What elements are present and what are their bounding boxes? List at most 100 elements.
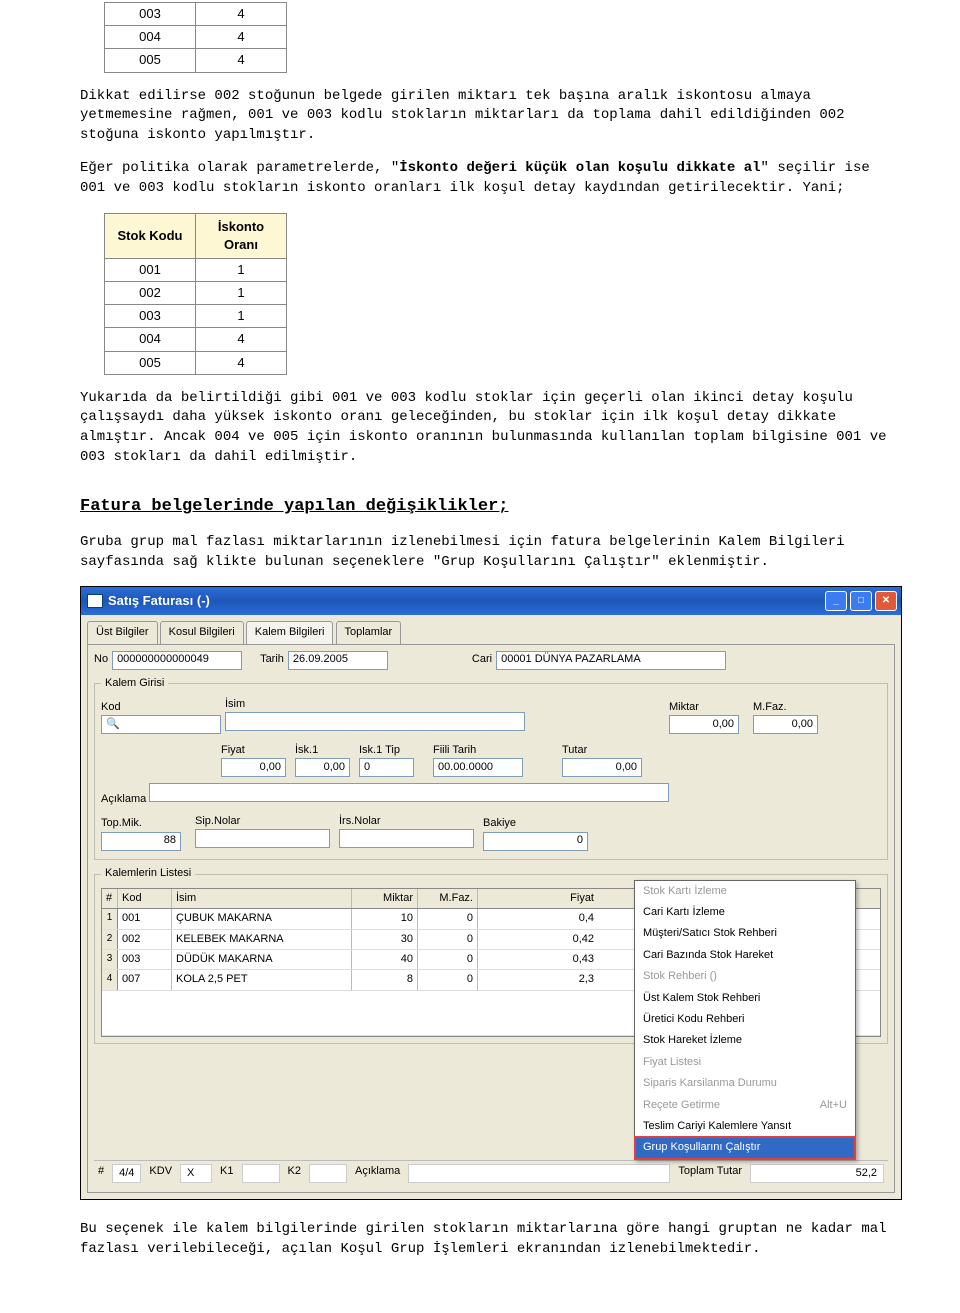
- grid-cell: 10: [352, 909, 418, 928]
- paragraph-5: Bu seçenek ile kalem bilgilerinde girile…: [80, 1220, 900, 1259]
- table-cell: 1: [196, 305, 287, 328]
- col-mfaz[interactable]: M.Faz.: [418, 889, 478, 908]
- isim-input[interactable]: [225, 712, 525, 731]
- table-cell: 005: [105, 351, 196, 374]
- table-cell: 4: [196, 49, 287, 72]
- grid-cell: 0: [418, 970, 478, 989]
- menu-item[interactable]: Cari Bazında Stok Hareket: [635, 945, 855, 966]
- status-x: X: [180, 1164, 212, 1183]
- col-kod[interactable]: Kod: [118, 889, 172, 908]
- menu-item: Fiyat Listesi: [635, 1052, 855, 1073]
- isk1tip-label: Isk.1 Tip: [359, 743, 400, 758]
- menu-item[interactable]: Stok Hareket İzleme: [635, 1030, 855, 1051]
- table-cell: 002: [105, 282, 196, 305]
- status-toplamtut: 52,2: [750, 1164, 884, 1183]
- menu-item[interactable]: Grup Koşullarını Çalıştır: [635, 1137, 855, 1158]
- aciklama-input[interactable]: [149, 783, 669, 802]
- col-fiyat[interactable]: Fiyat: [478, 889, 598, 908]
- window-titlebar[interactable]: Satış Faturası (-) _ □ ✕: [81, 587, 901, 615]
- fiyat-input[interactable]: 0,00: [221, 758, 286, 777]
- bakiye-field: 0: [483, 832, 588, 851]
- col-num[interactable]: #: [102, 889, 118, 908]
- sipnolar-label: Sip.Nolar: [195, 814, 240, 829]
- isim-label: İsim: [225, 697, 245, 712]
- grid-cell: 007: [118, 970, 172, 989]
- heading-fatura-degisiklikler: Fatura belgelerinde yapılan değişiklikle…: [80, 495, 900, 519]
- sipnolar-field: [195, 829, 330, 848]
- minimize-button[interactable]: _: [825, 591, 847, 611]
- paragraph-2: Eğer politika olarak parametrelerde, "İs…: [80, 159, 900, 198]
- kalem-girisi-group: Kalem Girisi Kod 🔍 İsim Miktar 0,00 M.Fa…: [94, 676, 888, 861]
- isk1tip-input[interactable]: 0: [359, 758, 414, 777]
- col-stok-kodu: Stok Kodu: [105, 213, 196, 258]
- grid-cell: 8: [352, 970, 418, 989]
- fiyat-label: Fiyat: [221, 743, 245, 758]
- tarih-field[interactable]: 26.09.2005: [288, 651, 388, 670]
- col-isim[interactable]: İsim: [172, 889, 352, 908]
- table-partial-top: 003400440054: [104, 2, 287, 73]
- menu-item[interactable]: Üst Kalem Stok Rehberi: [635, 988, 855, 1009]
- table-cell: 4: [196, 3, 287, 26]
- irsnolar-field: [339, 829, 474, 848]
- menu-item[interactable]: Üretici Kodu Rehberi: [635, 1009, 855, 1030]
- grid-cell: 0: [418, 930, 478, 949]
- grid-cell: DÜDÜK MAKARNA: [172, 950, 352, 969]
- tarih-label: Tarih: [260, 652, 284, 667]
- aciklama-label: Açıklama: [101, 792, 146, 807]
- bakiye-label: Bakiye: [483, 816, 516, 831]
- lookup-icon[interactable]: 🔍: [106, 717, 120, 732]
- col-miktar[interactable]: Miktar: [352, 889, 418, 908]
- menu-item: Stok Rehberi (): [635, 966, 855, 987]
- menu-item[interactable]: Müşteri/Satıcı Stok Rehberi: [635, 923, 855, 944]
- status-k1: [242, 1164, 280, 1183]
- tutar-label: Tutar: [562, 743, 587, 758]
- grid-cell: KOLA 2,5 PET: [172, 970, 352, 989]
- grid-cell: 40: [352, 950, 418, 969]
- menu-item: Stok Kartı İzleme: [635, 881, 855, 902]
- menu-item[interactable]: Cari Kartı İzleme: [635, 902, 855, 923]
- grid-cell: 002: [118, 930, 172, 949]
- close-button[interactable]: ✕: [875, 591, 897, 611]
- grid-cell: 0,4: [478, 909, 598, 928]
- tab-kalem-bilgileri[interactable]: Kalem Bilgileri: [246, 621, 334, 643]
- grid-cell: 2: [102, 930, 118, 949]
- mfaz-input[interactable]: 0,00: [753, 715, 818, 734]
- table-cell: 4: [196, 351, 287, 374]
- tab-strip: Üst Bilgiler Kosul Bilgileri Kalem Bilgi…: [81, 615, 901, 643]
- menu-item: Siparis Karsilanma Durumu: [635, 1073, 855, 1094]
- context-menu[interactable]: Stok Kartı İzlemeCari Kartı İzlemeMüşter…: [634, 880, 856, 1160]
- status-kdv-label: KDV: [149, 1164, 172, 1183]
- tab-ust-bilgiler[interactable]: Üst Bilgiler: [87, 621, 158, 643]
- col-iskonto-orani: İskonto Oranı: [196, 213, 287, 258]
- isk1-input[interactable]: 0,00: [295, 758, 350, 777]
- no-field[interactable]: 000000000000049: [112, 651, 242, 670]
- header-row: No 000000000000049 Tarih 26.09.2005 Cari…: [94, 651, 888, 670]
- kod-input[interactable]: 🔍: [101, 715, 221, 734]
- paragraph-4: Gruba grup mal fazlası miktarlarının izl…: [80, 533, 900, 572]
- app-icon: [87, 594, 103, 608]
- table-cell: 4: [196, 26, 287, 49]
- table-cell: 003: [105, 3, 196, 26]
- status-k2-label: K2: [288, 1164, 301, 1183]
- miktar-input[interactable]: 0,00: [669, 715, 739, 734]
- grid-cell: 3: [102, 950, 118, 969]
- isk1-label: İsk.1: [295, 743, 318, 758]
- grid-cell: 0,42: [478, 930, 598, 949]
- menu-item[interactable]: Teslim Cariyi Kalemlere Yansıt: [635, 1116, 855, 1137]
- grid-cell: 1: [102, 909, 118, 928]
- tab-toplamlar[interactable]: Toplamlar: [336, 621, 402, 643]
- cari-field[interactable]: 00001 DÜNYA PAZARLAMA: [496, 651, 726, 670]
- grid-cell: 0: [418, 909, 478, 928]
- maximize-button[interactable]: □: [850, 591, 872, 611]
- tutar-input[interactable]: 0,00: [562, 758, 642, 777]
- status-toplamtut-label: Toplam Tutar: [678, 1164, 742, 1183]
- tab-kosul-bilgileri[interactable]: Kosul Bilgileri: [160, 621, 244, 643]
- fiilitarih-input[interactable]: 00.00.0000: [433, 758, 523, 777]
- grid-cell: ÇUBUK MAKARNA: [172, 909, 352, 928]
- grid-cell: KELEBEK MAKARNA: [172, 930, 352, 949]
- paragraph-3: Yukarıda da belirtildiği gibi 001 ve 003…: [80, 389, 900, 467]
- kalemlerin-listesi-legend: Kalemlerin Listesi: [101, 866, 195, 881]
- table-cell: 004: [105, 26, 196, 49]
- grid-cell: 003: [118, 950, 172, 969]
- mfaz-label: M.Faz.: [753, 700, 787, 715]
